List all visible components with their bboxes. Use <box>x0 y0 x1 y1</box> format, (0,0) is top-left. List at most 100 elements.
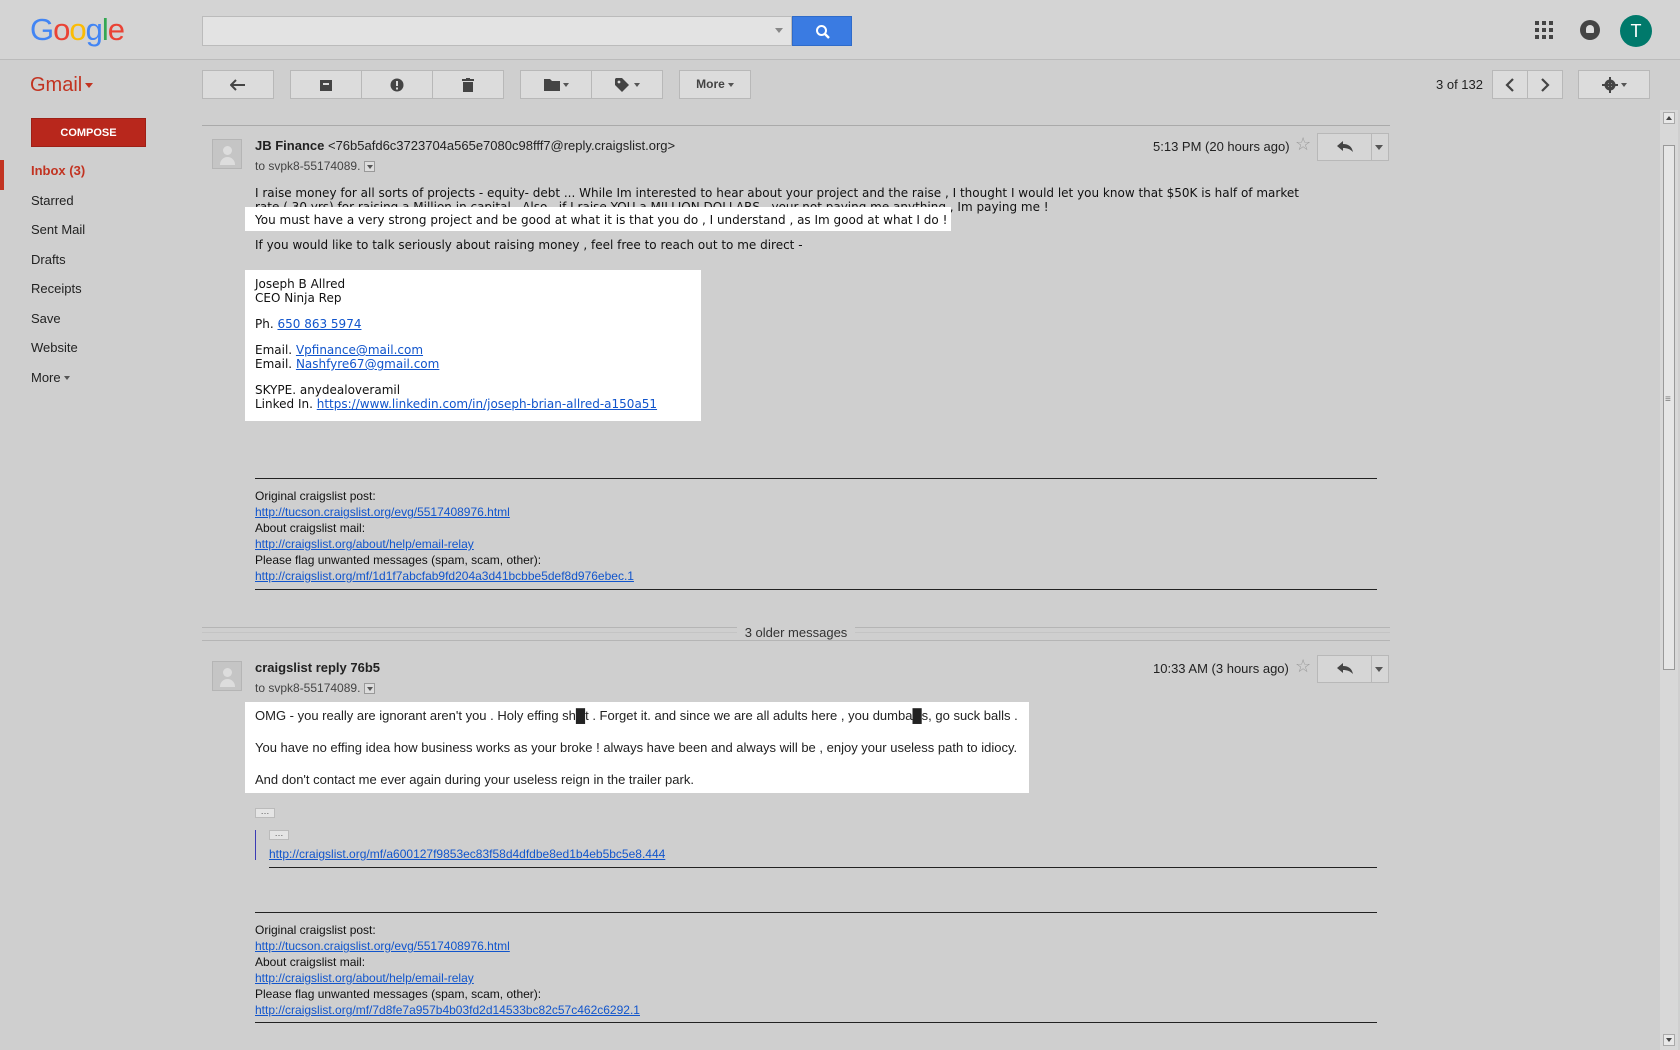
recipient-line: to svpk8-55174089. <box>255 681 376 695</box>
avatar[interactable]: T <box>1620 15 1652 47</box>
move-to-button[interactable] <box>520 70 592 99</box>
reply-icon <box>1336 141 1353 152</box>
chevron-down-icon <box>63 376 70 381</box>
search-input[interactable] <box>202 16 792 46</box>
pagination-count: 3 of 132 <box>1436 77 1483 92</box>
flag-label: Please flag unwanted messages (spam, sca… <box>255 553 542 567</box>
sender-avatar-icon <box>212 139 242 169</box>
message-sender[interactable]: JB Finance <76b5afd6c3723704a565e7080c98… <box>255 138 675 153</box>
sidebar-item-sent-mail[interactable]: Sent Mail <box>0 219 190 249</box>
reply-icon <box>1336 663 1353 674</box>
chevron-right-icon <box>1541 78 1550 92</box>
body-paragraph-3: If you would like to talk seriously abou… <box>255 238 803 252</box>
notifications-icon[interactable] <box>1580 20 1600 40</box>
star-icon[interactable]: ☆ <box>1295 656 1311 677</box>
sender-email: <76b5afd6c3723704a565e7080c98fff7@reply.… <box>327 138 676 153</box>
original-post-link[interactable]: http://tucson.craigslist.org/evg/5517408… <box>255 939 510 953</box>
craigslist-footer: Original craigslist post: http://tucson.… <box>255 488 634 584</box>
about-mail-link[interactable]: http://craigslist.org/about/help/email-r… <box>255 537 474 551</box>
conversation-view: JB Finance <76b5afd6c3723704a565e7080c98… <box>202 102 1654 1050</box>
older-button[interactable] <box>1527 70 1563 99</box>
gmail-label: Gmail <box>30 74 83 96</box>
recipient-line: to svpk8-55174089. <box>255 159 376 173</box>
chevron-left-icon <box>1505 78 1514 92</box>
body-line-3: And don't contact me ever again during y… <box>255 772 694 787</box>
recipient-text: to svpk8-55174089. <box>255 681 361 695</box>
sidebar-item-receipts[interactable]: Receipts <box>0 278 190 308</box>
show-trimmed-content-button[interactable]: … <box>255 807 275 818</box>
scroll-up-arrow-icon[interactable] <box>1663 112 1675 124</box>
message-time: 10:33 AM (3 hours ago) <box>1153 661 1289 676</box>
message-more-icon[interactable] <box>1375 145 1383 150</box>
phone-link[interactable]: 650 863 5974 <box>277 317 361 331</box>
body-line-1: OMG - you really are ignorant aren't you… <box>255 708 1018 723</box>
settings-button[interactable] <box>1578 70 1650 99</box>
about-mail-label: About craigslist mail: <box>255 955 366 969</box>
sidebar-nav: Inbox (3) Starred Sent Mail Drafts Recei… <box>0 160 190 396</box>
linkedin-label: Linked In. <box>255 397 313 411</box>
reply-button[interactable] <box>1318 134 1372 160</box>
about-mail-link[interactable]: http://craigslist.org/about/help/email-r… <box>255 971 474 985</box>
archive-button[interactable] <box>290 70 362 99</box>
back-button[interactable] <box>202 70 274 99</box>
message-body: OMG - you really are ignorant aren't you… <box>245 702 1029 793</box>
show-details-icon[interactable] <box>364 161 376 173</box>
sidebar-item-inbox[interactable]: Inbox (3) <box>0 160 190 190</box>
gmail-menu[interactable]: Gmail <box>30 74 94 97</box>
apps-grid-icon[interactable] <box>1535 21 1553 39</box>
message-sender[interactable]: craigslist reply 76b5 <box>255 660 380 675</box>
sender-avatar-icon <box>212 661 242 691</box>
report-spam-button[interactable] <box>361 70 433 99</box>
chevron-down-icon <box>1620 82 1627 87</box>
show-details-icon[interactable] <box>364 683 376 695</box>
chevron-down-icon <box>85 83 94 89</box>
label-tag-icon <box>614 77 629 92</box>
skype-text: SKYPE. anydealoveramil <box>255 383 401 397</box>
folder-icon <box>543 79 560 92</box>
show-trimmed-content-button[interactable]: … <box>269 829 289 840</box>
reply-button[interactable] <box>1318 656 1372 682</box>
search-icon <box>816 25 830 39</box>
delete-button[interactable] <box>432 70 504 99</box>
google-logo[interactable]: Google <box>30 12 125 48</box>
more-actions-button[interactable]: More <box>679 70 751 99</box>
quoted-flag-link[interactable]: http://craigslist.org/mf/a600127f9853ec8… <box>269 847 665 861</box>
body-line-2: You have no effing idea how business wor… <box>255 740 1018 755</box>
search-options-icon[interactable] <box>775 28 783 33</box>
quote-bar <box>255 830 256 860</box>
phone-label: Ph. <box>255 317 274 331</box>
top-bar: Google T <box>0 0 1680 60</box>
sidebar-item-website[interactable]: Website <box>0 337 190 367</box>
chevron-down-icon <box>562 82 569 87</box>
signature-box: Joseph B Allred CEO Ninja Rep Ph. 650 86… <box>245 270 701 421</box>
signature-name: Joseph B Allred <box>255 277 346 291</box>
older-messages-bar[interactable]: 3 older messages <box>202 623 1390 647</box>
sidebar-item-more[interactable]: More <box>0 367 190 397</box>
sidebar-item-drafts[interactable]: Drafts <box>0 249 190 279</box>
email-link-2[interactable]: Nashfyre67@gmail.com <box>296 357 439 371</box>
email-link-1[interactable]: Vpfinance@mail.com <box>296 343 423 357</box>
chevron-down-icon <box>727 82 734 87</box>
message-more-icon[interactable] <box>1375 667 1383 672</box>
divider-rule <box>269 867 1377 868</box>
sidebar-item-starred[interactable]: Starred <box>0 190 190 220</box>
linkedin-link[interactable]: https://www.linkedin.com/in/joseph-brian… <box>317 397 657 411</box>
flag-link[interactable]: http://craigslist.org/mf/7d8fe7a957b4b03… <box>255 1003 640 1017</box>
body-paragraph-2: You must have a very strong project and … <box>255 213 948 227</box>
scrollbar-thumb[interactable] <box>1663 145 1675 670</box>
compose-button[interactable]: COMPOSE <box>31 118 146 147</box>
star-icon[interactable]: ☆ <box>1295 134 1311 155</box>
original-post-link[interactable]: http://tucson.craigslist.org/evg/5517408… <box>255 505 510 519</box>
divider-rule <box>255 478 1377 479</box>
trash-icon <box>462 77 474 92</box>
divider-rule <box>255 1022 1377 1023</box>
newer-button[interactable] <box>1492 70 1528 99</box>
sidebar-item-save[interactable]: Save <box>0 308 190 338</box>
older-messages-label: 3 older messages <box>736 625 856 640</box>
labels-button[interactable] <box>591 70 663 99</box>
recipient-text: to svpk8-55174089. <box>255 159 361 173</box>
flag-link[interactable]: http://craigslist.org/mf/1d1f7abcfab9fd2… <box>255 569 634 583</box>
search-button[interactable] <box>792 16 852 46</box>
quoted-content: http://craigslist.org/mf/a600127f9853ec8… <box>269 846 665 862</box>
scroll-down-arrow-icon[interactable] <box>1663 1034 1675 1046</box>
